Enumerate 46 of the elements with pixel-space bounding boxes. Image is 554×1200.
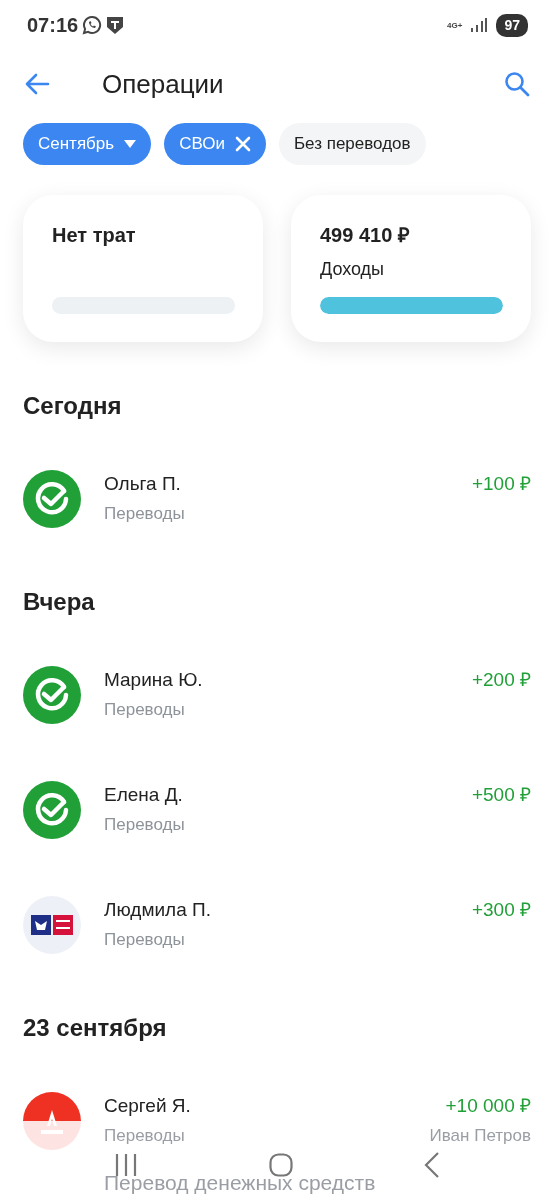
filter-chip[interactable]: Без переводов: [278, 123, 426, 165]
transaction-amount: +10 000 ₽: [445, 1094, 531, 1118]
bank-logo-icon: [23, 896, 81, 954]
page-title: Операции: [102, 67, 224, 101]
transaction-category: Переводы: [104, 1125, 185, 1147]
transaction-category: Переводы: [104, 503, 185, 525]
transaction-name[interactable]: Ольга П.: [104, 471, 181, 497]
card-title: Нет трат: [52, 223, 137, 248]
checkmark-logo-icon: [23, 781, 81, 839]
checkmark-logo-icon: [23, 666, 81, 724]
checkmark-logo-icon: [23, 470, 81, 528]
transaction-amount: +500 ₽: [471, 783, 531, 807]
transaction-category: Переводы: [104, 814, 185, 836]
summary-card[interactable]: Нет трат: [23, 195, 263, 342]
signal-icon: [470, 17, 489, 33]
transaction-amount: +100 ₽: [471, 472, 531, 496]
filter-chip[interactable]: СВОи: [164, 123, 266, 165]
transaction-name[interactable]: Елена Д.: [104, 782, 183, 808]
filter-chip[interactable]: Сентябрь: [23, 123, 152, 165]
transaction-category: Переводы: [104, 699, 185, 721]
search-icon[interactable]: [504, 71, 530, 97]
caret-icon: [124, 140, 137, 148]
chat-bubble-icon: [82, 15, 103, 35]
back-arrow-icon[interactable]: [24, 73, 50, 95]
transaction-name[interactable]: Сергей Я.: [104, 1093, 191, 1119]
transaction-name[interactable]: Людмила П.: [104, 897, 211, 923]
transaction-category: Переводы: [104, 929, 185, 951]
transaction-name[interactable]: Марина Ю.: [104, 667, 203, 693]
transaction-description: Перевод денежных средств: [104, 1170, 377, 1196]
transaction-amount: +200 ₽: [471, 668, 531, 692]
transaction-amount: +300 ₽: [471, 898, 531, 922]
card-title: 499 410 ₽: [320, 223, 411, 248]
sender-name: Иван Петров: [429, 1125, 531, 1147]
clock-time: 07:16: [27, 13, 79, 38]
network-type: 4G+: [447, 20, 463, 30]
section-heading: 23 сентября: [22, 1013, 168, 1043]
home-icon[interactable]: [269, 1153, 293, 1177]
close-icon[interactable]: [234, 136, 251, 152]
section-heading: Вчера: [22, 587, 96, 617]
recent-apps-icon[interactable]: [113, 1153, 138, 1177]
summary-card[interactable]: 499 410 ₽ Доходы: [291, 195, 531, 342]
card-subtitle: Доходы: [320, 258, 386, 281]
section-heading: Сегодня: [22, 391, 123, 421]
battery-level: 97: [496, 13, 528, 37]
back-icon[interactable]: [424, 1152, 441, 1178]
shield-icon: [106, 15, 125, 35]
